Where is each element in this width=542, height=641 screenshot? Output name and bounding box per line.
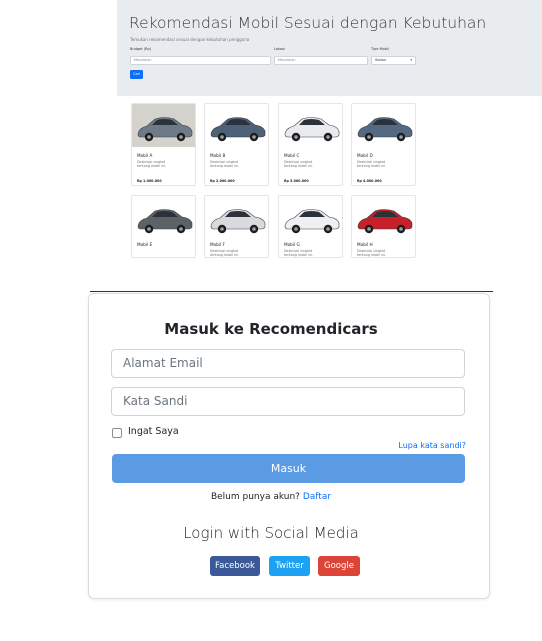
signup-link[interactable]: Daftar — [303, 492, 331, 502]
facebook-button[interactable]: Facebook — [210, 556, 260, 576]
remember-label: Ingat Saya — [128, 426, 179, 437]
twitter-button[interactable]: Twitter — [269, 556, 310, 576]
forgot-password-link[interactable]: Lupa kata sandi? — [398, 441, 466, 450]
remember-checkbox[interactable] — [112, 428, 122, 438]
signup-prompt: Belum punya akun? Daftar — [0, 492, 542, 502]
email-field[interactable]: Alamat Email — [111, 349, 465, 378]
social-login-title: Login with Social Media — [183, 524, 359, 542]
google-button[interactable]: Google — [318, 556, 360, 576]
signup-prompt-text: Belum punya akun? — [210, 492, 300, 502]
login-button[interactable]: Masuk — [112, 454, 465, 483]
password-field[interactable]: Kata Sandi — [111, 387, 465, 416]
login-form: Masuk ke Recomendicars Alamat Email Kata… — [0, 0, 542, 641]
login-title: Masuk ke Recomendicars — [164, 320, 378, 338]
